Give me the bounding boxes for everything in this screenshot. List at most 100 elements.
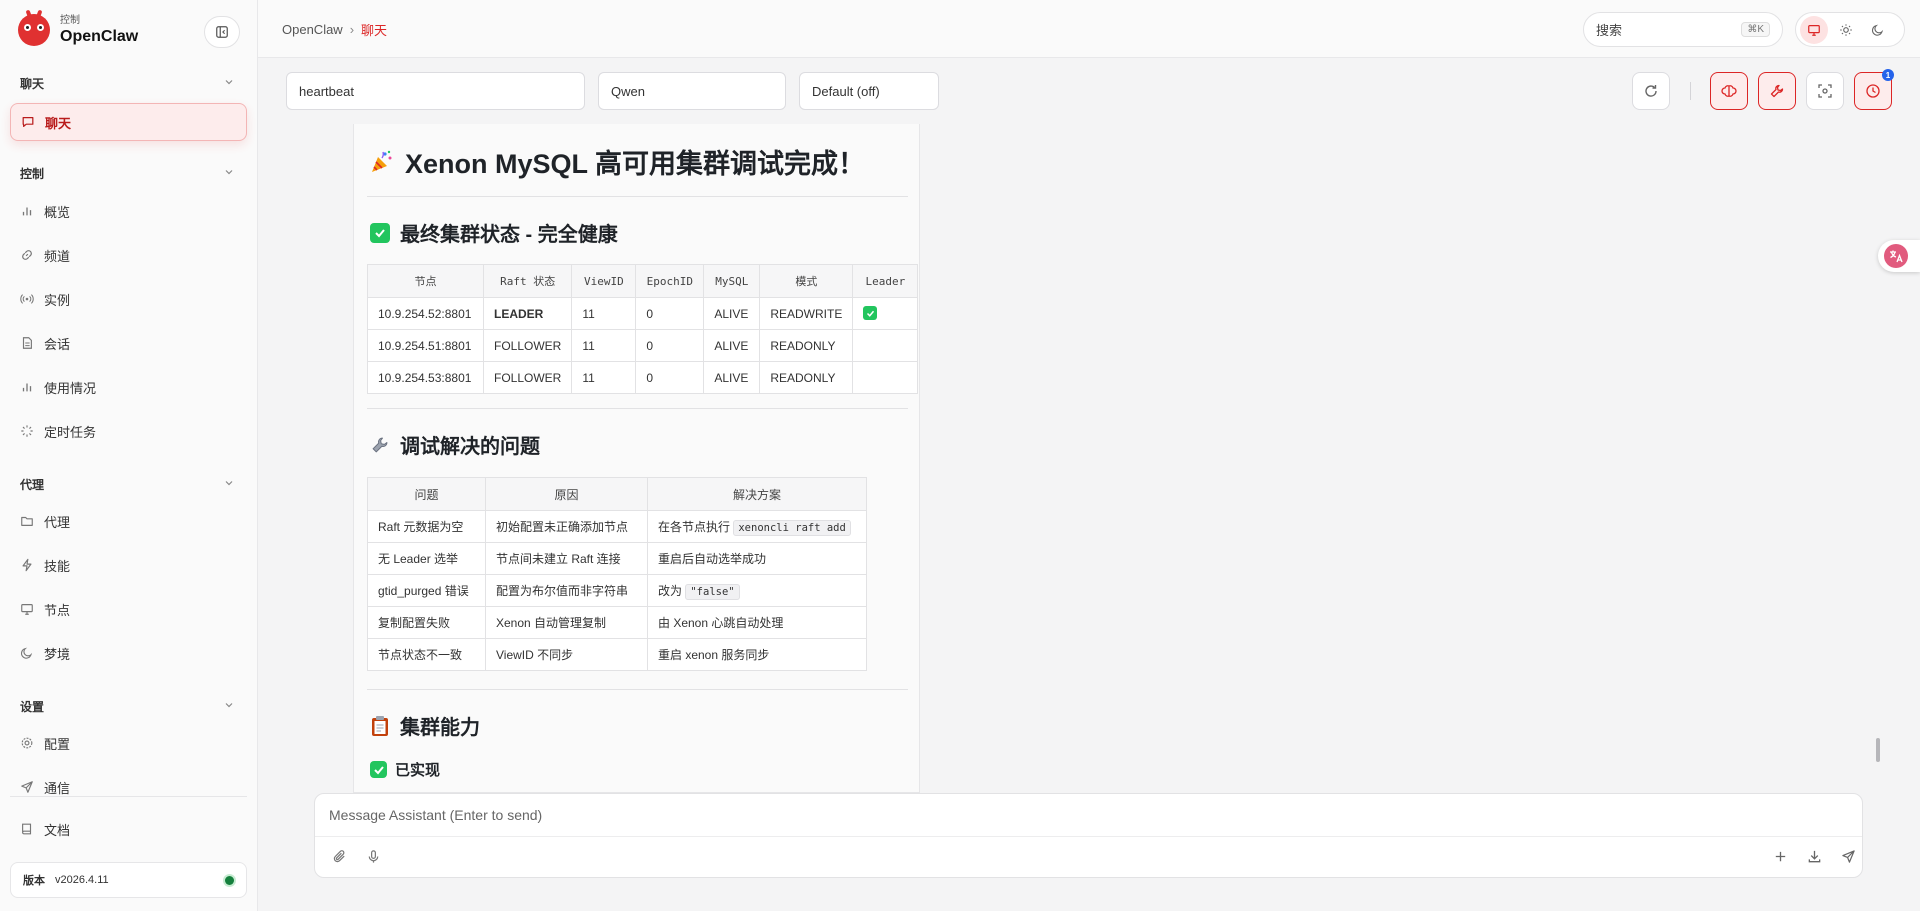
sidebar-item-instances[interactable]: 实例	[10, 280, 247, 318]
sidebar-item-label: 使用情况	[44, 380, 97, 396]
model-value: Qwen	[611, 83, 645, 99]
sidebar-item-nodes[interactable]: 节点	[10, 590, 247, 628]
sidebar-item-label: 代理	[44, 514, 71, 530]
table-row: 复制配置失败 Xenon 自动管理复制 由 Xenon 心跳自动处理	[367, 606, 867, 639]
table-cell: 无 Leader 选举	[367, 542, 486, 575]
table-cell: FOLLOWER	[482, 329, 573, 362]
version-label: 版本	[23, 875, 45, 887]
divider	[367, 689, 908, 690]
theme-light-button[interactable]	[1832, 16, 1860, 44]
sidebar-item-label: 频道	[44, 248, 71, 264]
thinking-toggle-button[interactable]	[1710, 72, 1748, 110]
sidebar-item-config[interactable]: 配置	[10, 724, 247, 762]
sidebar-item-label: 通信	[44, 780, 71, 796]
clock-icon	[1866, 84, 1880, 98]
inline-code: "false"	[685, 584, 740, 600]
search-button[interactable]: 搜索 ⌘K	[1583, 12, 1783, 47]
capability-heading-text: 集群能力	[400, 717, 480, 739]
table-cell: 改为 "false"	[647, 574, 867, 607]
breadcrumb-root[interactable]: OpenClaw	[282, 22, 343, 37]
theme-dark-button[interactable]	[1864, 16, 1892, 44]
sidebar-item-label: 会话	[44, 336, 71, 352]
sidebar-item-agents[interactable]: 代理	[10, 502, 247, 540]
sidebar-item-usage[interactable]: 使用情况	[10, 368, 247, 406]
table-header: ViewID	[571, 264, 637, 298]
status-dot	[225, 875, 234, 885]
refresh-icon	[1645, 85, 1657, 97]
table-row: 10.9.254.51:8801 FOLLOWER 11 0 ALIVE REA…	[367, 329, 919, 362]
session-select[interactable]: heartbeat	[286, 72, 585, 110]
table-cell: 11	[571, 361, 637, 394]
section-chat-title[interactable]: 聊天	[20, 75, 44, 92]
chevron-down-icon[interactable]	[224, 77, 234, 87]
table-cell: Raft 元数据为空	[367, 510, 486, 543]
breadcrumb-current: 聊天	[361, 23, 388, 38]
version-value: v2026.4.11	[55, 874, 109, 886]
table-cell: 0	[635, 361, 705, 394]
lightning-icon	[22, 558, 32, 572]
brand[interactable]: 控制 OpenClaw	[18, 9, 138, 46]
tools-toggle-button[interactable]	[1758, 72, 1796, 110]
collapse-sidebar-button[interactable]	[204, 16, 240, 48]
gear-icon	[21, 737, 33, 749]
sun-icon	[1840, 23, 1852, 36]
sidebar-item-cron[interactable]: 定时任务	[10, 412, 247, 450]
new-chat-button[interactable]	[1770, 846, 1790, 866]
version-card: 版本 v2026.4.11	[10, 862, 247, 898]
focus-mode-button[interactable]	[1806, 72, 1844, 110]
sidebar-item-chat[interactable]: 聊天	[10, 103, 247, 141]
sidebar-item-comms[interactable]: 通信	[10, 768, 247, 806]
message-input[interactable]	[329, 804, 1839, 826]
refresh-button[interactable]	[1632, 72, 1670, 110]
section-settings-title[interactable]: 设置	[20, 698, 44, 715]
capability-heading: 集群能力	[370, 711, 480, 740]
section-agent-title[interactable]: 代理	[20, 476, 44, 493]
scrollbar-thumb[interactable]	[1876, 738, 1880, 762]
table-cell: READONLY	[759, 361, 854, 394]
bar-chart-icon	[22, 383, 32, 392]
sidebar-item-overview[interactable]: 概览	[10, 192, 247, 230]
model-select[interactable]: Qwen	[598, 72, 786, 110]
chevron-down-icon[interactable]	[224, 700, 234, 710]
search-shortcut: ⌘K	[1741, 22, 1770, 37]
theme-system-button[interactable]	[1800, 15, 1828, 44]
table-row: Raft 元数据为空 初始配置未正确添加节点 在各节点执行 xenoncli r…	[367, 510, 867, 543]
chevron-down-icon[interactable]	[224, 478, 234, 488]
cron-history-button[interactable]: 1	[1854, 69, 1894, 110]
chevron-down-icon[interactable]	[224, 167, 234, 177]
breadcrumb-separator: ›	[349, 22, 355, 37]
chat-icon	[22, 117, 34, 127]
sidebar-item-skills[interactable]: 技能	[10, 546, 247, 584]
send-button[interactable]	[1838, 846, 1858, 866]
thinking-select[interactable]: Default (off)	[799, 72, 939, 110]
export-button[interactable]	[1804, 846, 1824, 866]
voice-input-button[interactable]	[363, 846, 383, 866]
sidebar-item-docs[interactable]: 文档	[10, 810, 247, 848]
attach-button[interactable]	[329, 846, 349, 866]
table-cell: 0	[635, 297, 705, 330]
translate-button[interactable]	[1878, 240, 1920, 272]
loader-icon	[21, 425, 33, 437]
brain-icon	[1721, 85, 1737, 97]
openclaw-logo-icon	[18, 9, 50, 46]
thinking-value: Default (off)	[812, 83, 880, 99]
table-cell: 重启后自动选举成功	[647, 542, 867, 575]
table-cell: 节点间未建立 Raft 连接	[485, 542, 648, 575]
table-cell: READONLY	[759, 329, 854, 362]
sidebar-item-channels[interactable]: 频道	[10, 236, 247, 274]
sidebar-toggle-icon	[216, 26, 228, 38]
plus-icon	[1775, 851, 1785, 861]
table-cell: 10.9.254.53:8801	[367, 361, 484, 394]
clipboard-icon	[370, 715, 390, 737]
sidebar-item-dreams[interactable]: 梦境	[10, 634, 247, 672]
message-title: Xenon MySQL 高可用集群调试完成！	[369, 142, 865, 181]
download-icon	[1808, 850, 1820, 862]
section-control-title[interactable]: 控制	[20, 165, 44, 182]
table-cell: 节点状态不一致	[367, 638, 486, 671]
sidebar-item-sessions[interactable]: 会话	[10, 324, 247, 362]
table-header: 模式	[759, 264, 854, 298]
wrench-icon	[1770, 84, 1784, 98]
table-cell: 在各节点执行 xenoncli raft add	[647, 510, 867, 543]
sidebar-item-label: 技能	[44, 558, 71, 574]
bar-chart-icon	[22, 207, 32, 216]
